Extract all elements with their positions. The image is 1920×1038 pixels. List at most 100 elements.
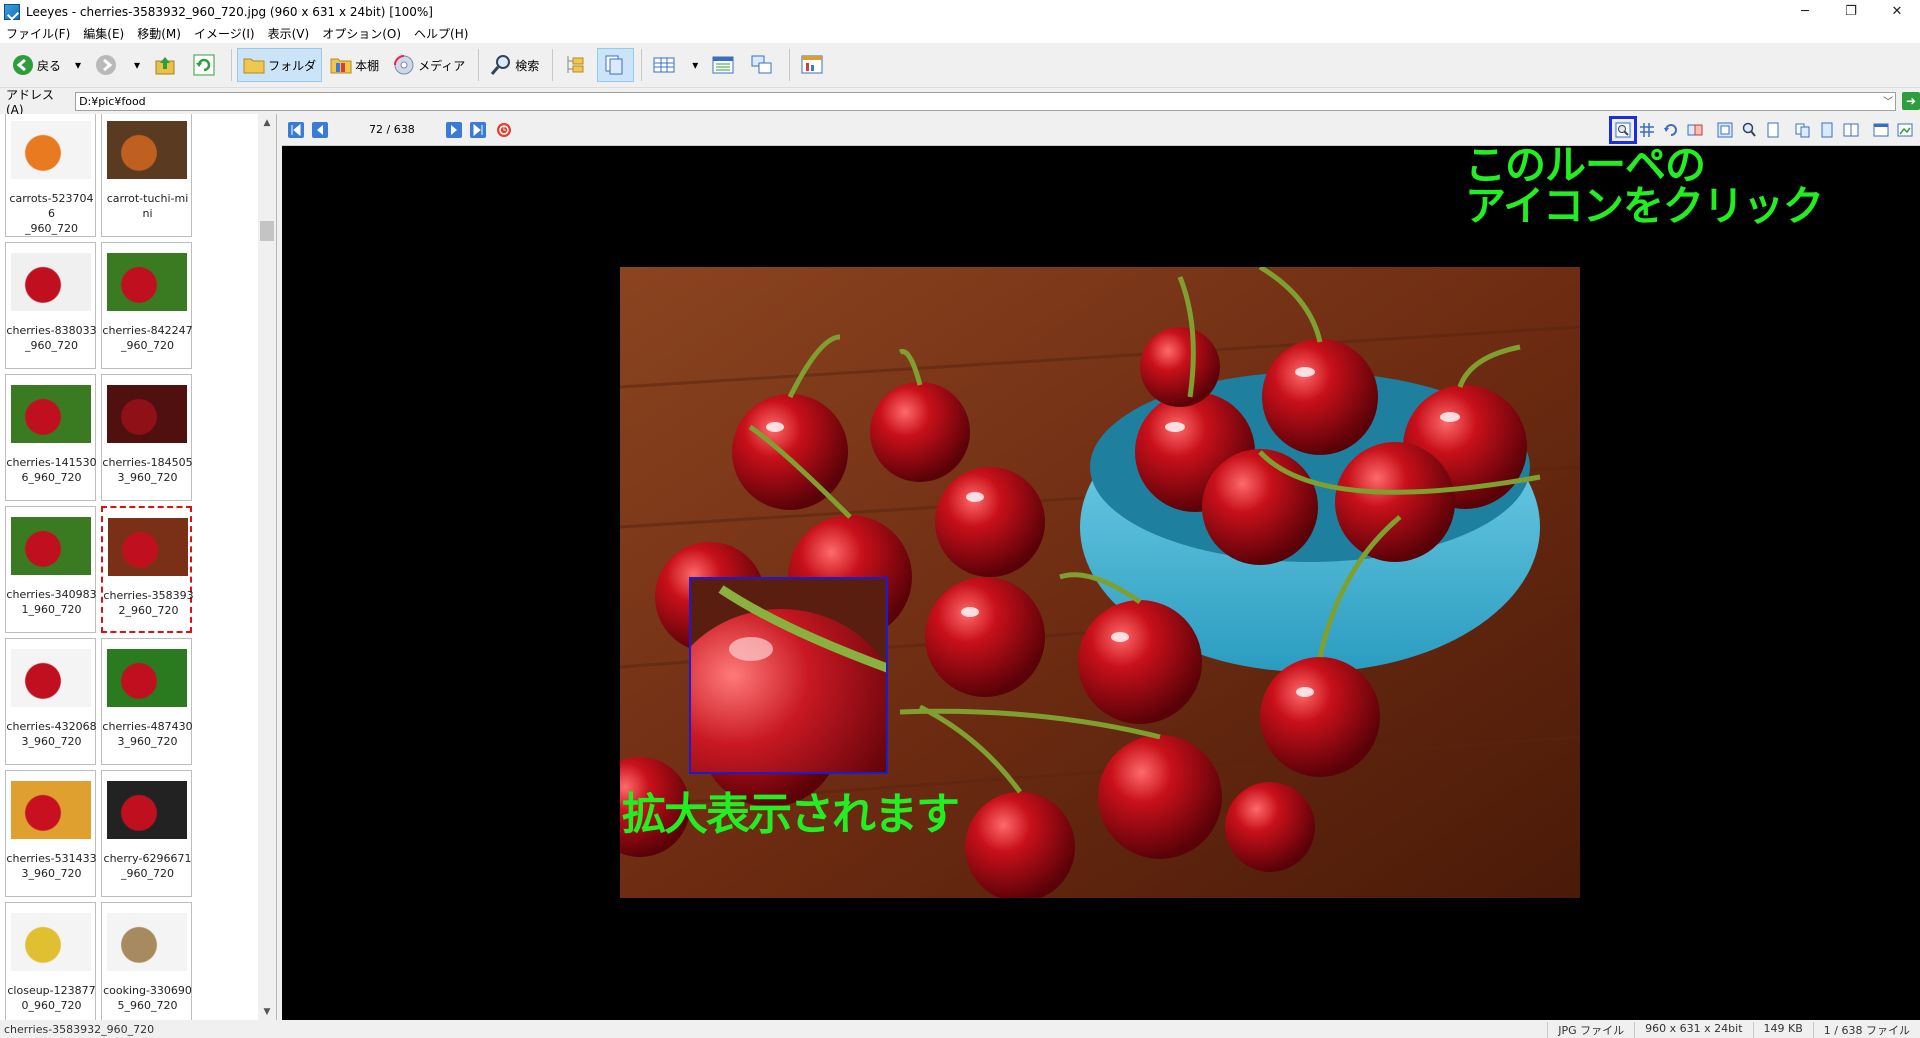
thumbnail-caption-line: cherries-487430: [102, 720, 193, 733]
loupe-magnifier[interactable]: [689, 577, 888, 774]
media-button[interactable]: メディア: [387, 48, 471, 82]
menu-help[interactable]: ヘルプ(H): [414, 25, 468, 42]
thumbnail-item[interactable]: cherries-531433 3_960_720: [5, 770, 97, 897]
bookshelf-button[interactable]: 本棚: [324, 48, 385, 82]
thumbnail-caption-line: cherries-141530: [6, 456, 97, 469]
thumbnail-item[interactable]: closeup-123877 0_960_720: [5, 902, 96, 1020]
back-history-dropdown[interactable]: ▾: [69, 48, 87, 82]
maximize-button[interactable]: ❐: [1828, 0, 1874, 23]
thumbnail-item[interactable]: cherries-432068 3_960_720: [5, 638, 97, 765]
minimize-button[interactable]: ─: [1782, 0, 1828, 23]
address-input[interactable]: D:¥pic¥food ﹀: [75, 91, 1897, 111]
thumbnail-caption-line: 2_960_720: [118, 604, 179, 617]
scroll-down-icon[interactable]: ▼: [258, 1003, 276, 1020]
loupe-button[interactable]: [1609, 116, 1637, 144]
status-size: 149 KB: [1752, 1022, 1813, 1038]
spread-page-icon: [1843, 123, 1859, 137]
menu-view[interactable]: 表示(V): [268, 25, 310, 42]
thumbnail-item[interactable]: cherries-842247 _960_720: [101, 242, 193, 369]
window-title: Leeyes - cherries-3583932_960_720.jpg (9…: [26, 4, 433, 19]
single-page-button[interactable]: [1818, 121, 1836, 139]
thumbnail-caption-line: 3_960_720: [117, 735, 178, 748]
menu-bar: ファイル(F) 編集(E) 移動(M) イメージ(I) 表示(V) オプション(…: [0, 23, 1920, 43]
thumbnail-scrollbar[interactable]: ▲ ▼: [258, 114, 276, 1020]
first-image-button[interactable]: [287, 121, 305, 139]
thumbnail-caption-line: _960_720: [25, 222, 78, 235]
first-page-icon: [288, 121, 304, 138]
thumbnail-item[interactable]: cherries-184505 3_960_720: [101, 374, 193, 501]
next-image-button[interactable]: [445, 121, 463, 139]
back-button[interactable]: 戻る: [6, 48, 67, 82]
menu-edit[interactable]: 編集(E): [83, 25, 124, 42]
previous-icon: [312, 121, 328, 138]
thumbnail-caption-line: cooking-330690: [103, 984, 192, 997]
go-arrow-icon[interactable]: ➜: [1902, 92, 1920, 110]
menu-image[interactable]: イメージ(I): [194, 25, 255, 42]
title-bar: Leeyes - cherries-3583932_960_720.jpg (9…: [0, 0, 1920, 23]
thumbnail-caption-line: cherries-531433: [6, 852, 97, 865]
thumbnail-item[interactable]: cherries-358393 2_960_720: [101, 506, 194, 633]
up-folder-button[interactable]: [148, 48, 185, 82]
two-page-button[interactable]: [1794, 121, 1812, 139]
image-info-button[interactable]: [1896, 121, 1914, 139]
search-button[interactable]: 検索: [484, 48, 545, 82]
grid-overlay-button[interactable]: [1638, 121, 1656, 139]
chevron-down-icon: ▾: [134, 58, 141, 72]
actual-size-button[interactable]: [1764, 121, 1782, 139]
chevron-down-icon[interactable]: ﹀: [1883, 94, 1893, 111]
spread-page-button[interactable]: [1842, 121, 1860, 139]
thumbnail-item[interactable]: cherries-487430 3_960_720: [101, 638, 193, 765]
scroll-up-icon[interactable]: ▲: [258, 114, 276, 131]
thumbnail-caption: cherry-6296671 _960_720: [102, 851, 193, 881]
thumbnail-image: [11, 121, 91, 179]
page-copy-icon: [603, 54, 625, 76]
thumbnail-item[interactable]: cooking-330690 5_960_720: [101, 902, 192, 1020]
slideshow-button[interactable]: [795, 48, 832, 82]
fullscreen-button[interactable]: [1872, 121, 1890, 139]
single-page-view-button[interactable]: [597, 48, 635, 82]
thumbnail-item[interactable]: carrots-5237046 _960_720: [5, 114, 96, 237]
main-toolbar: 戻る ▾ ▾ フォルダ 本棚 メディア 検索 ▾: [0, 43, 1920, 88]
toolbar-separator: [789, 49, 791, 81]
view-mode-dropdown[interactable]: ▾: [686, 48, 704, 82]
thumbnail-item[interactable]: cherry-6296671 _960_720: [101, 770, 192, 897]
folder-tree-button[interactable]: [558, 48, 595, 82]
rotate-button[interactable]: [1662, 121, 1680, 139]
forward-button[interactable]: [89, 48, 126, 82]
thumbnail-item[interactable]: cherries-141530 6_960_720: [5, 374, 97, 501]
menu-file[interactable]: ファイル(F): [6, 25, 70, 42]
thumbnail-item[interactable]: carrot-tuchi-mi ni: [101, 114, 192, 237]
menu-move[interactable]: 移動(M): [137, 25, 181, 42]
rotate-icon: [1664, 124, 1677, 136]
back-label: 戻る: [37, 58, 62, 73]
fullscreen-icon: [1873, 123, 1889, 137]
forward-history-dropdown[interactable]: ▾: [128, 48, 146, 82]
search-label: 検索: [515, 58, 540, 73]
thumbnail-caption-line: _960_720: [121, 339, 174, 352]
refresh-button[interactable]: [187, 48, 224, 82]
last-image-button[interactable]: [469, 121, 487, 139]
thumbnail-view-button[interactable]: [647, 48, 684, 82]
folder-button[interactable]: フォルダ: [237, 48, 323, 82]
scrollbar-thumb[interactable]: [260, 221, 274, 241]
detail-view-button[interactable]: [706, 48, 743, 82]
close-button[interactable]: ✕: [1874, 0, 1920, 23]
folder-label: フォルダ: [268, 58, 317, 73]
loupe-instruction-annotation: このルーペの アイコンをクリック: [1465, 141, 1824, 227]
thumbnail-item[interactable]: cherries-838033 _960_720: [5, 242, 97, 369]
zoom-button[interactable]: [1740, 121, 1758, 139]
slideshow-timer-button[interactable]: [495, 121, 513, 139]
previous-image-button[interactable]: [311, 121, 329, 139]
annotation-line-1: このルーペの: [1465, 141, 1706, 189]
thumbnail-image: [11, 385, 91, 443]
thumbnail-caption-line: cherries-842247: [102, 324, 193, 337]
flip-button[interactable]: [1686, 121, 1704, 139]
window-layout-button[interactable]: [745, 48, 782, 82]
thumbnail-item[interactable]: cherries-340983 1_960_720: [5, 506, 97, 633]
menu-options[interactable]: オプション(O): [322, 25, 401, 42]
status-dimensions: 960 x 631 x 24bit: [1634, 1022, 1752, 1038]
folder-icon: [243, 54, 265, 76]
fit-window-button[interactable]: [1716, 121, 1734, 139]
thumbnail-panel: carrots-5237046 _960_720 carrot-tuchi-mi ni…: [0, 114, 277, 1020]
refresh-icon: [193, 54, 215, 76]
